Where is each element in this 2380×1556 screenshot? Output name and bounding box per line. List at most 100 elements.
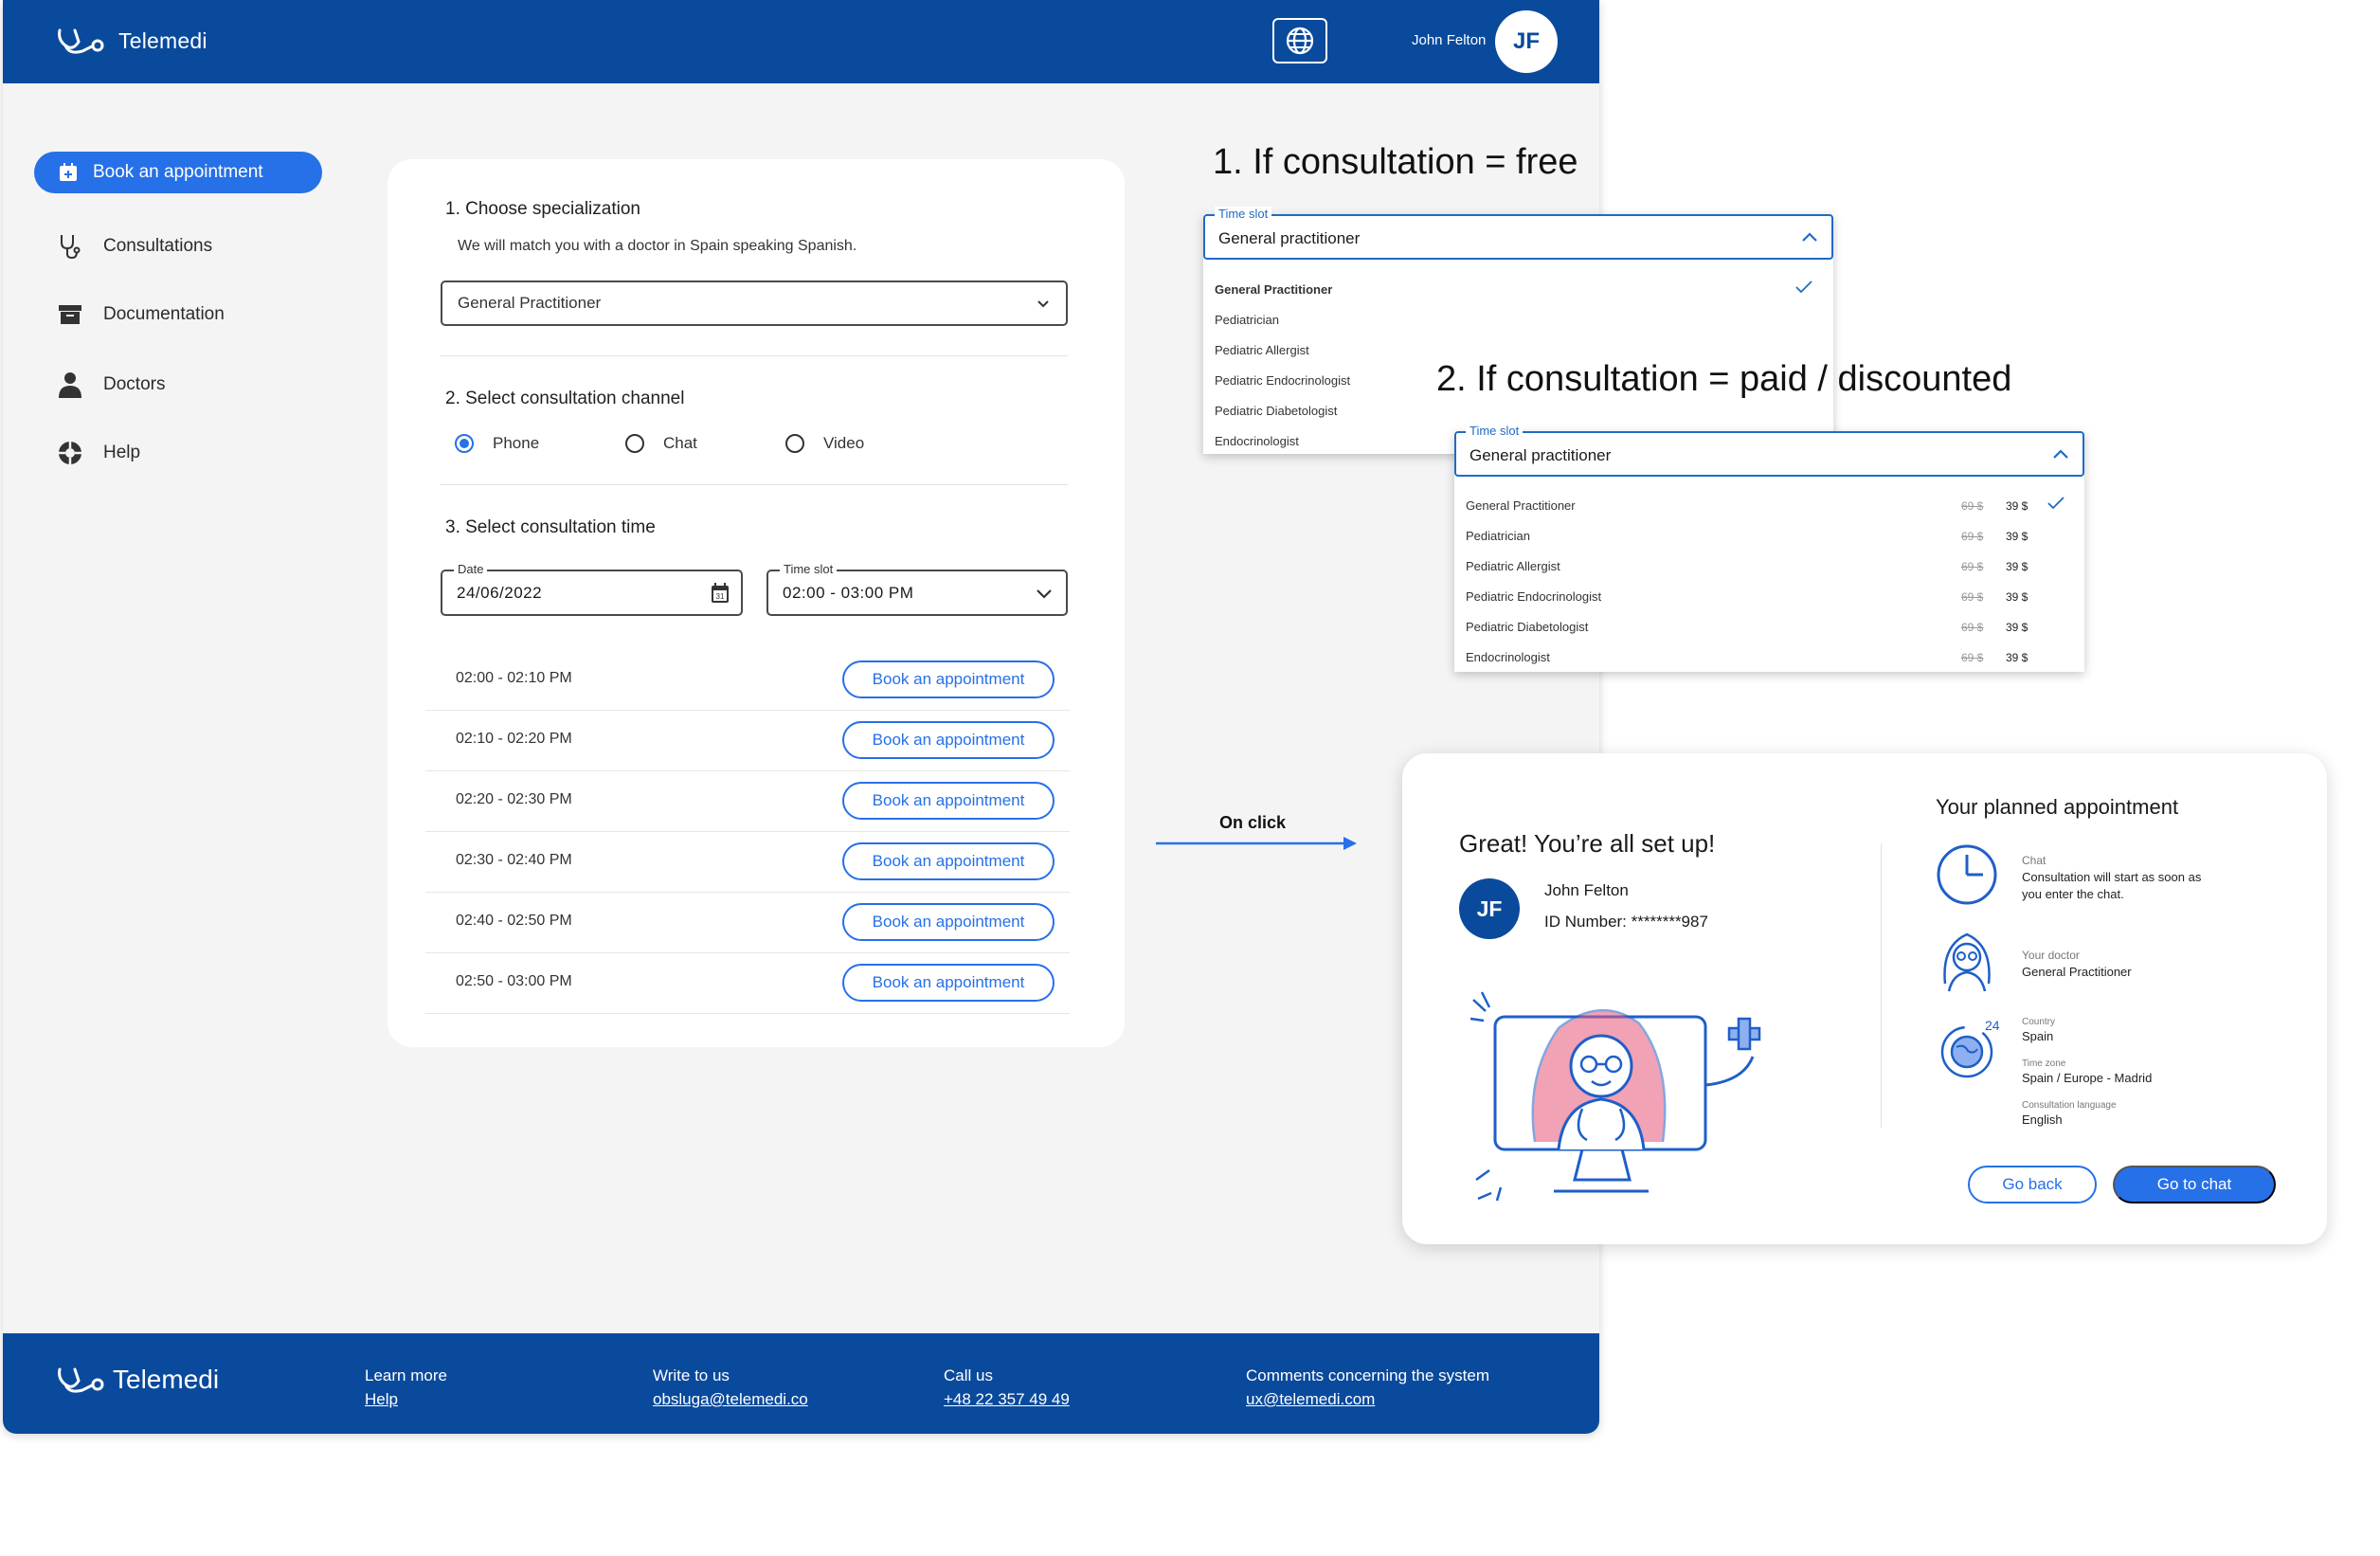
radio-button[interactable] [785,434,804,453]
go-back-button[interactable]: Go back [1968,1166,2097,1203]
book-appointment-button[interactable]: Book an appointment [842,964,1055,1002]
book-appointment-button[interactable]: Book an appointment [842,782,1055,820]
radio-label: Chat [663,434,697,452]
slot-time: 02:50 - 03:00 PM [456,973,572,989]
dropdown-option[interactable]: Pediatrician [1466,529,1530,543]
price: 39 $ [2006,621,2028,634]
divider [441,355,1068,356]
date-field[interactable]: Date 24/06/2022 31 [441,562,743,616]
radio-chat[interactable]: Chat [625,434,697,453]
price: 39 $ [2006,530,2028,543]
slot-time: 02:30 - 02:40 PM [456,852,572,868]
sidebar-item-label: Consultations [103,236,213,256]
user-avatar[interactable]: JF [1495,10,1558,73]
price: 39 $ [2006,651,2028,664]
chevron-down-icon [1037,300,1049,308]
archive-box-icon [59,305,81,324]
radio-button-checked[interactable] [455,434,474,453]
footer-email-link[interactable]: obsluga@telemedi.co [653,1387,808,1411]
old-price: 69 $ [1961,530,1984,543]
globe-icon [1286,27,1314,55]
section-title-specialization: 1. Choose specialization [445,199,640,219]
dropdown-option[interactable]: Pediatric Allergist [1215,343,1309,357]
footer-call-us: Call us +48 22 357 49 49 [944,1364,1070,1411]
doctor-value: General Practitioner [2022,965,2132,979]
date-value: 24/06/2022 [457,584,543,602]
confirmation-title: Great! You’re all set up! [1459,829,1716,858]
stethoscope-logo-icon [58,1367,104,1393]
dropdown-option[interactable]: Pediatric Allergist [1466,559,1560,573]
channel-label: Chat [2022,854,2046,867]
radio-video[interactable]: Video [785,434,864,453]
timezone-value: Spain / Europe - Madrid [2022,1071,2153,1085]
sidebar-item-label: Doctors [103,374,166,394]
timeslot-label: Time slot [780,562,838,576]
stethoscope-logo-icon [58,28,104,54]
book-appointment-button[interactable]: Book an appointment [842,903,1055,941]
section-title-channel: 2. Select consultation channel [445,389,685,408]
dropdown-option[interactable]: Pediatric Endocrinologist [1466,589,1601,604]
book-appointment-button[interactable]: Book an appointment [842,660,1055,698]
brand-logo[interactable]: Telemedi [56,25,207,57]
sidebar-item-doctors[interactable]: Doctors [58,371,165,398]
dropdown-option[interactable]: Pediatric Diabetologist [1215,404,1337,418]
radio-button[interactable] [625,434,644,453]
footer-heading: Write to us [653,1366,730,1384]
patient-name: John Felton [1544,881,1629,899]
sidebar-item-label: Documentation [103,304,225,324]
section-subtitle: We will match you with a doctor in Spain… [458,238,857,254]
country-value: Spain [2022,1029,2054,1043]
stethoscope-icon [61,235,81,260]
channel-description: you enter the chat. [2022,887,2124,901]
calendar-icon[interactable]: 31 [711,583,730,604]
footer-heading: Comments concerning the system [1246,1366,1489,1384]
sidebar-item-consultations[interactable]: Consultations [58,233,212,260]
radio-label: Phone [493,434,540,452]
dropdown-option[interactable]: Pediatric Diabetologist [1466,620,1588,634]
price: 39 $ [2006,560,2028,573]
book-appointment-button[interactable]: Book an appointment [842,721,1055,759]
sidebar-item-documentation[interactable]: Documentation [58,304,225,325]
sidebar-item-book-appointment[interactable]: Book an appointment [34,152,322,193]
dropdown-option[interactable]: General Practitioner [1466,498,1576,513]
footer-help-link[interactable]: Help [365,1387,447,1411]
footer-phone-link[interactable]: +48 22 357 49 49 [944,1387,1070,1411]
specialization-value: General Practitioner [458,294,602,312]
check-icon [1795,280,1812,294]
calendar-add-icon [60,163,77,181]
confirmation-modal: Great! You’re all set up! JF John Felton… [1402,753,2327,1244]
dropdown-option[interactable]: Pediatric Endocrinologist [1215,373,1350,388]
doctor-illustration [1469,991,1761,1202]
dropdown-field[interactable]: Time slot General practitioner [1203,207,1833,260]
footer-brand[interactable]: Telemedi [56,1364,219,1396]
price: 39 $ [2006,590,2028,604]
book-appointment-button[interactable]: Book an appointment [842,842,1055,880]
timeslot-value: 02:00 - 03:00 PM [783,584,914,602]
footer-ux-email-link[interactable]: ux@telemedi.com [1246,1387,1489,1411]
chevron-up-icon [2053,449,2068,459]
dropdown-option[interactable]: Endocrinologist [1215,434,1299,448]
clock-icon [1937,844,1997,905]
footer-brand-name: Telemedi [113,1365,220,1394]
radio-label: Video [823,434,865,452]
go-to-chat-button[interactable]: Go to chat [2113,1166,2276,1203]
date-label: Date [454,562,488,576]
radio-phone[interactable]: Phone [455,434,539,453]
person-icon [59,372,81,398]
brand-name: Telemedi [118,27,207,53]
timeslot-select[interactable]: Time slot 02:00 - 03:00 PM [766,562,1068,616]
paid-consultation-title: 2. If consultation = paid / discounted [1436,359,2012,399]
dropdown-option[interactable]: General Practitioner [1215,282,1332,297]
dropdown-option[interactable]: Endocrinologist [1466,650,1550,664]
svg-text:31: 31 [716,592,725,601]
section-title-time: 3. Select consultation time [445,517,656,537]
footer-write-to-us: Write to us obsluga@telemedi.co [653,1364,808,1411]
footer-learn-more: Learn more Help [365,1364,447,1411]
language-button[interactable] [1272,18,1327,63]
dropdown-field[interactable]: Time slot General practitioner [1454,424,2084,477]
dropdown-label: Time slot [1215,207,1272,221]
sidebar-item-help[interactable]: Help [58,441,140,465]
booking-card: 1. Choose specialization We will match y… [388,159,1125,1047]
dropdown-option[interactable]: Pediatrician [1215,313,1279,327]
specialization-select[interactable]: General Practitioner [441,280,1068,326]
